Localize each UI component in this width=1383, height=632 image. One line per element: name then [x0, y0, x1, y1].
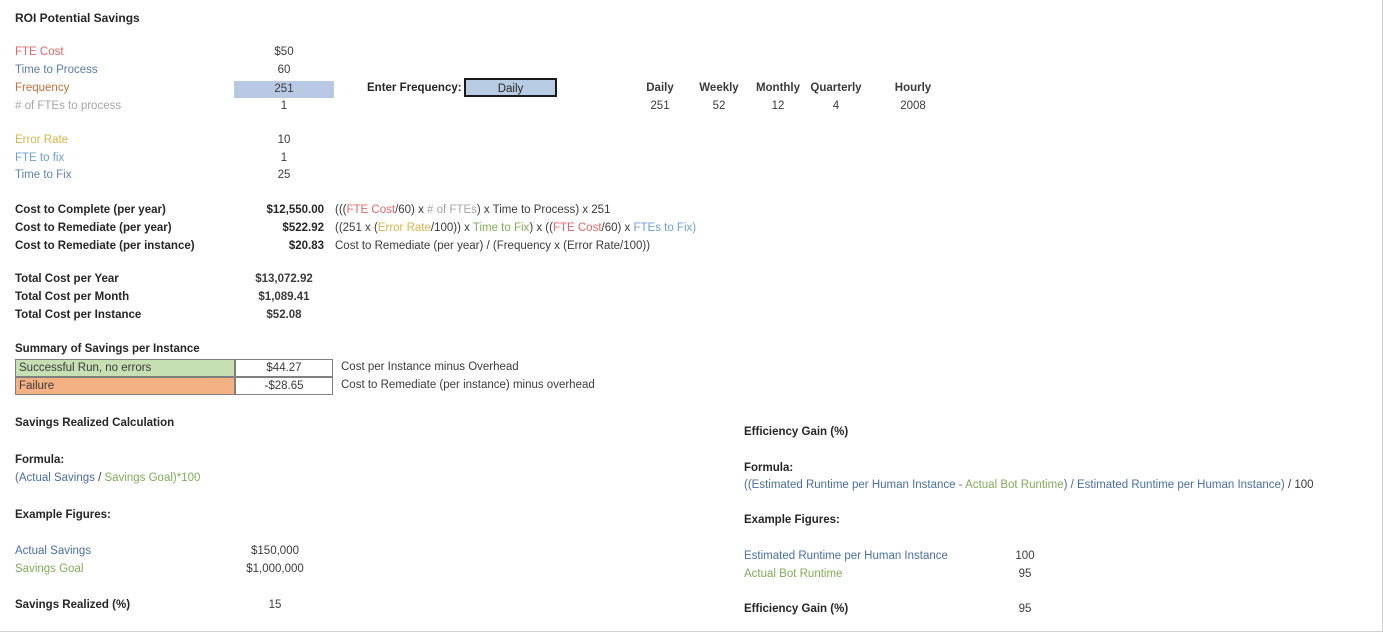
summary-row-failure-amount: -$28.65: [235, 377, 333, 395]
input-label-frequency: Frequency: [15, 82, 70, 94]
formula-token: # of FTEs: [427, 204, 477, 216]
cost-label-remediate-per-instance: Cost to Remediate (per instance): [15, 240, 195, 252]
total-value-per-year: $13,072.92: [255, 273, 313, 285]
efficiency-example-value-bot: 95: [1018, 568, 1032, 580]
freq-value-quarterly: 4: [832, 100, 840, 112]
summary-row-success-amount: $44.27: [235, 359, 333, 377]
summary-row-success-label: Successful Run, no errors: [15, 359, 235, 377]
formula-token: Actual Bot Runtime: [965, 479, 1064, 491]
total-label-per-instance: Total Cost per Instance: [15, 309, 142, 321]
savings-result-label: Savings Realized (%): [15, 599, 131, 611]
input-value-fte-cost[interactable]: $50: [234, 46, 334, 58]
formula-token: FTE Cost: [552, 222, 602, 234]
input-value-num-ftes[interactable]: 1: [234, 100, 334, 112]
formula-token: ((Estimated Runtime per Human Instance -: [744, 479, 966, 491]
efficiency-example-label-estimated: Estimated Runtime per Human Instance: [744, 550, 948, 562]
savings-example-label: Example Figures:: [15, 509, 111, 521]
freq-value-hourly: 2008: [900, 100, 926, 112]
formula-token: Savings Goal)*100: [104, 472, 201, 484]
efficiency-result-label: Efficiency Gain (%): [744, 603, 849, 615]
input-label-error-rate: Error Rate: [15, 134, 69, 146]
efficiency-example-value-estimated: 100: [1015, 550, 1035, 562]
savings-example-value-goal: $1,000,000: [246, 563, 304, 575]
formula-token: ): [692, 222, 697, 234]
input-label-time-to-fix: Time to Fix: [15, 169, 72, 181]
savings-heading: Savings Realized Calculation: [15, 417, 175, 429]
efficiency-example-label-bot: Actual Bot Runtime: [744, 568, 843, 580]
formula-token: (((: [335, 204, 347, 216]
formula-token: /60) x: [601, 222, 634, 234]
freq-value-daily: 251: [650, 100, 670, 112]
freq-header-weekly: Weekly: [699, 82, 739, 94]
savings-example-value-actual: $150,000: [251, 545, 299, 557]
formula-token: /60) x: [395, 204, 428, 216]
formula-token: Time to Fix: [472, 222, 530, 234]
freq-header-hourly: Hourly: [894, 82, 932, 94]
efficiency-heading: Efficiency Gain (%): [744, 426, 849, 438]
formula-token: /: [94, 472, 105, 484]
cost-formula-remediate-per-year: ((251 x (Error Rate/100)) x Time to Fix)…: [335, 222, 696, 234]
summary-row-failure-description: Cost to Remediate (per instance) minus o…: [341, 379, 595, 391]
input-value-fte-to-fix[interactable]: 1: [234, 152, 334, 164]
freq-header-monthly: Monthly: [755, 82, 801, 94]
input-label-fte-to-fix: FTE to fix: [15, 152, 65, 164]
enter-frequency-label: Enter Frequency:: [367, 82, 462, 94]
efficiency-result-value: 95: [1018, 603, 1032, 615]
input-value-time-to-fix[interactable]: 25: [234, 169, 334, 181]
savings-result-value: 15: [268, 599, 282, 611]
total-value-per-instance: $52.08: [266, 309, 302, 321]
total-label-per-year: Total Cost per Year: [15, 273, 119, 285]
input-value-time-to-process[interactable]: 60: [234, 64, 334, 76]
roi-spreadsheet: ROI Potential Savings FTE Cost Time to P…: [0, 0, 1383, 632]
input-label-time-to-process: Time to Process: [15, 64, 98, 76]
formula-token: Error Rate: [377, 222, 431, 234]
formula-token: Estimated Runtime per Human Instance: [1077, 479, 1281, 491]
formula-token: Time to Process: [492, 204, 576, 216]
formula-token: FTE Cost: [346, 204, 396, 216]
formula-token: / 100: [1284, 479, 1314, 491]
formula-token: ) x: [476, 204, 493, 216]
savings-formula-label: Formula:: [15, 454, 65, 466]
formula-token: (Actual Savings: [15, 472, 95, 484]
formula-token: ) x ((: [529, 222, 553, 234]
freq-value-monthly: 12: [771, 100, 785, 112]
total-value-per-month: $1,089.41: [258, 291, 310, 303]
formula-token: ((251 x (: [335, 222, 378, 234]
cost-label-complete-per-year: Cost to Complete (per year): [15, 204, 166, 216]
summary-row-failure-label: Failure: [15, 377, 235, 395]
savings-formula: (Actual Savings / Savings Goal)*100: [15, 472, 200, 484]
cost-formula-remediate-per-instance: Cost to Remediate (per year) / (Frequenc…: [335, 240, 650, 252]
total-label-per-month: Total Cost per Month: [15, 291, 130, 303]
formula-token: ) /: [1063, 479, 1078, 491]
cost-value-remediate-per-instance: $20.83: [288, 240, 324, 252]
freq-header-daily: Daily: [646, 82, 674, 94]
page-title: ROI Potential Savings: [15, 11, 140, 25]
formula-token: /100)) x: [430, 222, 473, 234]
freq-value-weekly: 52: [712, 100, 726, 112]
formula-token: ) x 251: [575, 204, 611, 216]
savings-example-label-goal: Savings Goal: [15, 563, 84, 575]
efficiency-formula: ((Estimated Runtime per Human Instance -…: [744, 479, 1314, 491]
formula-token: FTEs to Fix: [633, 222, 693, 234]
summary-heading: Summary of Savings per Instance: [15, 343, 200, 355]
input-label-num-ftes: # of FTEs to process: [15, 100, 122, 112]
efficiency-formula-label: Formula:: [744, 462, 794, 474]
efficiency-example-label: Example Figures:: [744, 514, 840, 526]
cost-label-remediate-per-year: Cost to Remediate (per year): [15, 222, 172, 234]
cost-formula-complete-per-year: (((FTE Cost/60) x # of FTEs) x Time to P…: [335, 204, 610, 216]
input-value-frequency[interactable]: 251: [234, 81, 334, 98]
formula-token: Cost to Remediate (per year) / (Frequenc…: [335, 240, 651, 252]
summary-row-success-description: Cost per Instance minus Overhead: [341, 361, 519, 373]
cost-value-complete-per-year: $12,550.00: [266, 204, 324, 216]
freq-header-quarterly: Quarterly: [810, 82, 862, 94]
input-label-fte-cost: FTE Cost: [15, 46, 64, 58]
frequency-dropdown-button[interactable]: Daily: [464, 78, 557, 97]
cost-value-remediate-per-year: $522.92: [282, 222, 324, 234]
savings-example-label-actual: Actual Savings: [15, 545, 92, 557]
input-value-error-rate[interactable]: 10: [234, 134, 334, 146]
